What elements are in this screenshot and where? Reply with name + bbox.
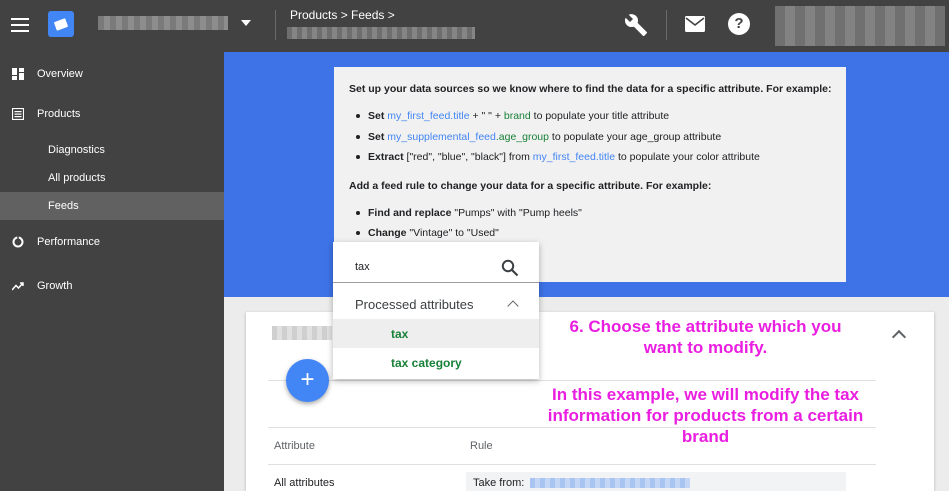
help-example-5: Change "Vintage" to "Used"	[356, 227, 499, 239]
option-tax[interactable]: tax	[333, 319, 539, 348]
add-rule-button[interactable]: +	[286, 359, 329, 402]
help-example-1: Set my_first_feed.title + " " + brand to…	[355, 110, 670, 122]
help-icon[interactable]: ?	[728, 13, 750, 35]
mail-icon[interactable]	[684, 15, 706, 33]
sidebar-item-performance[interactable]: Performance	[0, 228, 224, 256]
help-intro-sources: Set up your data sources so we know wher…	[349, 83, 832, 95]
divider	[275, 10, 276, 40]
option-tax-category[interactable]: tax category	[333, 348, 539, 377]
divider	[666, 10, 667, 40]
breadcrumb[interactable]: Products > Feeds >	[290, 8, 395, 22]
attribute-search-input[interactable]: tax	[355, 261, 370, 273]
rule-source-redacted	[530, 478, 690, 488]
table-row-attribute[interactable]: All attributes	[274, 477, 335, 489]
sidebar-item-label: Overview	[37, 68, 83, 80]
help-example-4: Find and replace "Pumps" with "Pump heel…	[356, 207, 582, 219]
account-name-redacted[interactable]	[98, 16, 228, 30]
merchant-center-logo[interactable]	[48, 11, 74, 37]
annotation-step: 6. Choose the attribute which you want t…	[569, 317, 842, 357]
divider	[268, 464, 876, 465]
sidebar-item-label: Products	[37, 108, 81, 120]
sidebar-item-growth[interactable]: Growth	[0, 272, 224, 300]
chevron-down-icon[interactable]	[241, 20, 251, 26]
option-label: tax category	[391, 356, 462, 370]
annotation-example: In this example, we will modify the tax …	[547, 385, 864, 446]
card-title-redacted	[272, 326, 332, 340]
sidebar-item-label: Growth	[37, 280, 73, 292]
help-intro-rules: Add a feed rule to change your data for …	[349, 180, 712, 192]
help-example-2: Set my_supplemental_feed.age_group to po…	[355, 131, 722, 143]
sidebar-item-label: All products	[48, 172, 106, 184]
sidebar-item-label: Feeds	[48, 200, 79, 212]
menu-icon[interactable]	[8, 12, 34, 38]
user-account-redacted[interactable]	[775, 6, 945, 46]
attribute-search-dropdown: tax Processed attributes tax tax categor…	[333, 242, 539, 379]
sidebar-item-diagnostics[interactable]: Diagnostics	[0, 136, 224, 164]
feed-name-redacted	[287, 27, 475, 39]
chevron-up-icon[interactable]	[891, 329, 907, 345]
rule-source-label: Take from:	[473, 477, 525, 489]
pie-chart-icon	[12, 236, 24, 248]
column-header-rule: Rule	[470, 440, 493, 452]
divider	[268, 380, 876, 381]
top-app-bar: Products > Feeds > ?	[0, 0, 949, 52]
trending-up-icon	[12, 282, 24, 291]
help-example-3: Extract ["red", "blue", "black"] from my…	[356, 151, 760, 163]
sidebar-item-overview[interactable]: Overview	[0, 60, 224, 88]
option-label: tax	[391, 327, 409, 341]
chevron-up-icon[interactable]	[507, 300, 519, 312]
sidebar-item-label: Performance	[37, 236, 100, 248]
dashboard-icon	[12, 68, 24, 80]
sidebar-item-all-products[interactable]: All products	[0, 164, 224, 192]
group-header-processed-attributes[interactable]: Processed attributes	[355, 297, 474, 312]
sidebar-item-feeds[interactable]: Feeds	[0, 192, 224, 220]
wrench-icon[interactable]	[624, 13, 648, 37]
search-underline	[333, 282, 539, 283]
column-header-attribute: Attribute	[274, 440, 315, 452]
sidebar-item-label: Diagnostics	[48, 144, 105, 156]
sidebar-nav: Overview Products Diagnostics All produc…	[0, 52, 224, 491]
list-icon	[12, 108, 24, 120]
sidebar-item-products[interactable]: Products	[0, 100, 224, 128]
search-icon[interactable]	[501, 259, 519, 277]
